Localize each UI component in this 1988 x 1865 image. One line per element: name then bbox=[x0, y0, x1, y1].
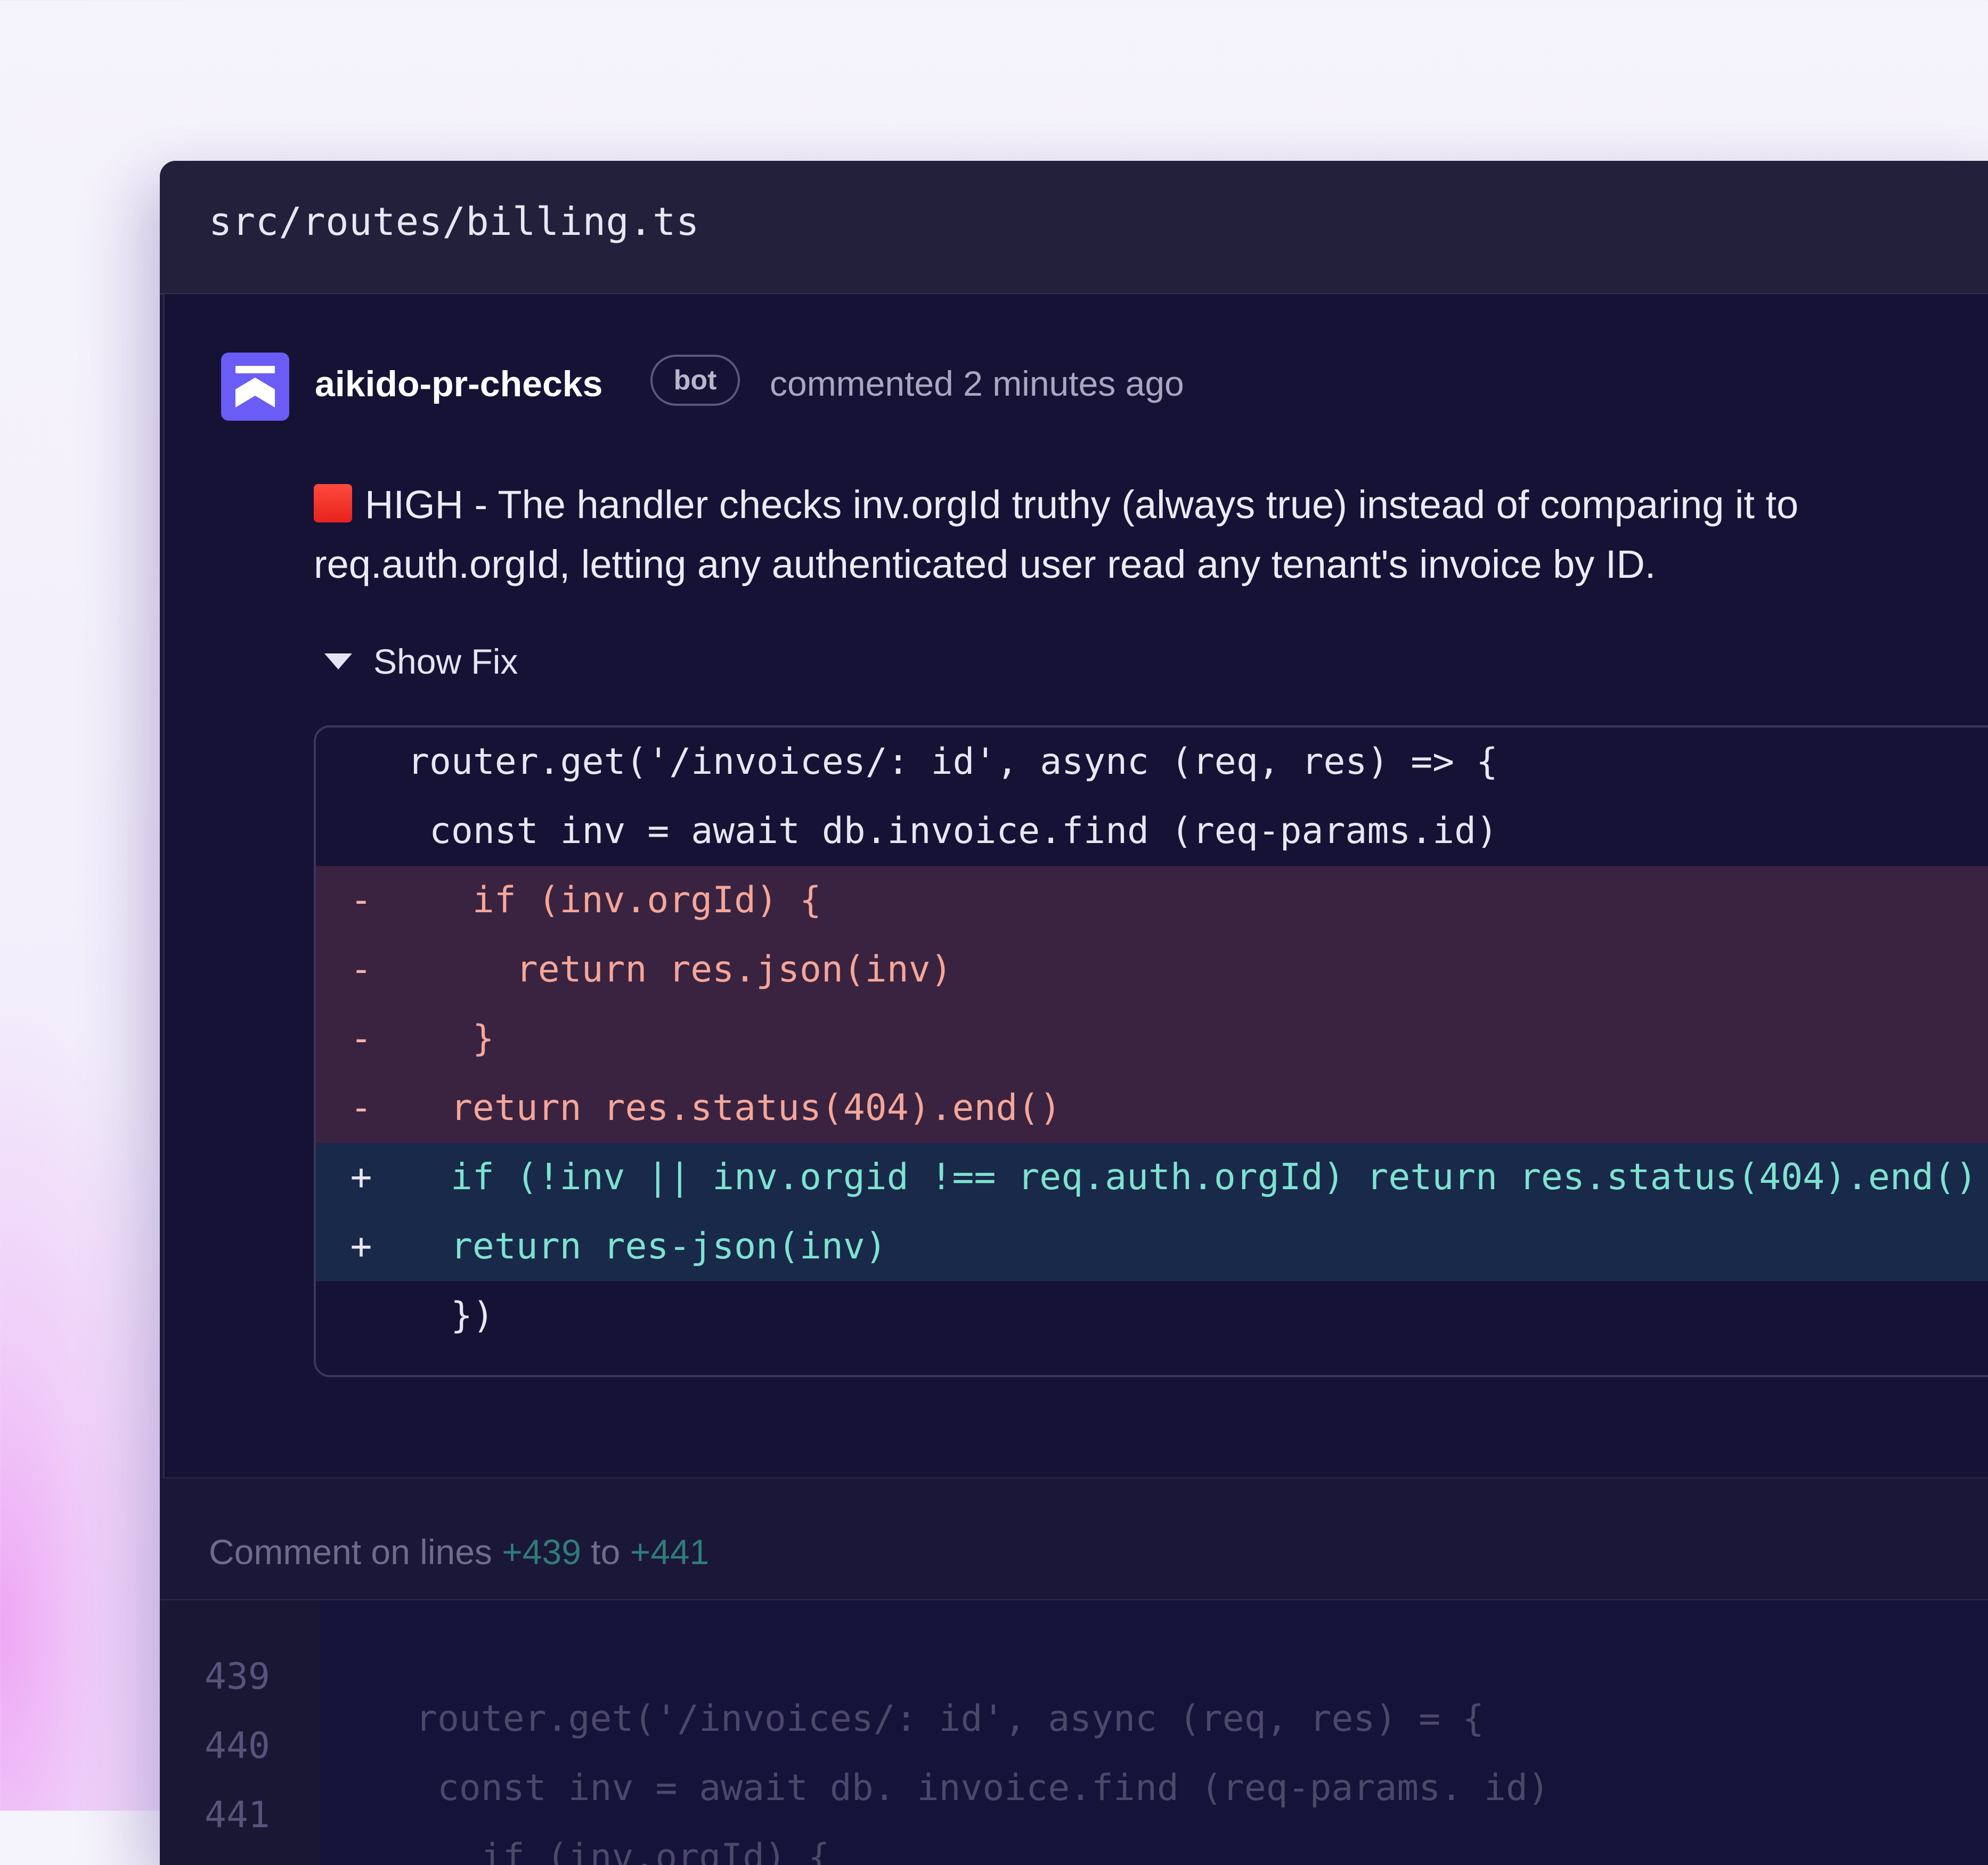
severity-high-icon bbox=[314, 484, 352, 522]
diff-sign: - bbox=[316, 935, 406, 1004]
diff-sign: - bbox=[316, 1004, 406, 1074]
comment-author[interactable]: aikido-pr-checks bbox=[315, 363, 602, 405]
aikido-logo-icon bbox=[235, 366, 275, 407]
diff-line-removed: - return res.json(inv) bbox=[316, 935, 1988, 1004]
comment-lines-prefix: Comment on lines bbox=[209, 1532, 492, 1572]
diff-code: const inv = await db.invoice.find (req-p… bbox=[408, 810, 1498, 852]
diff-line-removed: - if (inv.orgId) { bbox=[316, 866, 1988, 935]
diff-code: return res.status(404).end() bbox=[429, 1087, 1062, 1129]
diff-code: }) bbox=[429, 1295, 494, 1337]
diff-sign: - bbox=[316, 1074, 406, 1143]
diff-code: if (!inv || inv.orgid !== req.auth.orgId… bbox=[429, 1156, 1977, 1198]
diff-sign bbox=[316, 1281, 406, 1351]
diff-line-added: + return res-json(inv) bbox=[316, 1212, 1988, 1281]
caret-down-icon bbox=[324, 653, 352, 669]
bot-badge: bot bbox=[650, 355, 740, 406]
source-code-block: 439 router.get('/invoices/: id', async (… bbox=[160, 1600, 1988, 1865]
source-line[interactable]: 441 if (inv.orgId) { bbox=[160, 1739, 1988, 1865]
line-start-link[interactable]: +439 bbox=[502, 1532, 581, 1572]
diff-sign bbox=[316, 727, 406, 797]
file-path[interactable]: src/routes/billing.ts bbox=[209, 199, 699, 244]
diff-line-context: }) bbox=[316, 1281, 1988, 1351]
comment-line-range: Comment on lines +439 to +441 bbox=[209, 1532, 709, 1572]
comment-message: HIGH - The handler checks inv.orgId trut… bbox=[314, 475, 1988, 594]
diff-code: return res-json(inv) bbox=[429, 1225, 887, 1267]
diff-code: } bbox=[429, 1018, 494, 1060]
diff-sign: - bbox=[316, 866, 406, 935]
diff-line-context: router.get('/invoices/: id', async (req,… bbox=[316, 727, 1988, 797]
diff-line-removed: - } bbox=[316, 1004, 1988, 1074]
source-line[interactable]: 439 router.get('/invoices/: id', async (… bbox=[160, 1600, 1988, 1740]
diff-sign: + bbox=[316, 1212, 406, 1281]
source-context: Comment on lines +439 to +441 439 router… bbox=[160, 1478, 1988, 1865]
file-review-card: src/routes/billing.ts aikido-pr-checks b… bbox=[160, 161, 1988, 1865]
source-code: if (inv.orgId) { bbox=[415, 1836, 830, 1865]
comment-lines-to: to bbox=[591, 1532, 621, 1572]
diff-code: router.get('/invoices/: id', async (req,… bbox=[408, 741, 1498, 783]
diff-code: return res.json(inv) bbox=[429, 948, 952, 991]
comment-timestamp[interactable]: commented 2 minutes ago bbox=[770, 363, 1184, 404]
comment-text: HIGH - The handler checks inv.orgId trut… bbox=[314, 482, 1799, 586]
review-comment: aikido-pr-checks bot commented 2 minutes… bbox=[163, 294, 1988, 1479]
diff-sign: + bbox=[316, 1143, 406, 1212]
line-number[interactable]: 441 bbox=[205, 1781, 270, 1850]
diff-code: if (inv.orgId) { bbox=[429, 879, 821, 921]
file-header: src/routes/billing.ts bbox=[160, 161, 1988, 295]
show-fix-toggle[interactable]: Show Fix bbox=[324, 635, 518, 688]
diff-line-context: const inv = await db.invoice.find (req-p… bbox=[316, 797, 1988, 866]
line-end-link[interactable]: +441 bbox=[630, 1532, 710, 1572]
diff-sign bbox=[316, 797, 406, 866]
diff-line-removed: - return res.status(404).end() bbox=[316, 1074, 1988, 1143]
source-line[interactable]: 440 const inv = await db. invoice.find (… bbox=[160, 1670, 1988, 1809]
suggested-fix-diff: router.get('/invoices/: id', async (req,… bbox=[314, 725, 1988, 1377]
diff-line-added: + if (!inv || inv.orgid !== req.auth.org… bbox=[316, 1143, 1988, 1212]
avatar[interactable] bbox=[221, 353, 289, 421]
show-fix-label: Show Fix bbox=[373, 642, 518, 681]
